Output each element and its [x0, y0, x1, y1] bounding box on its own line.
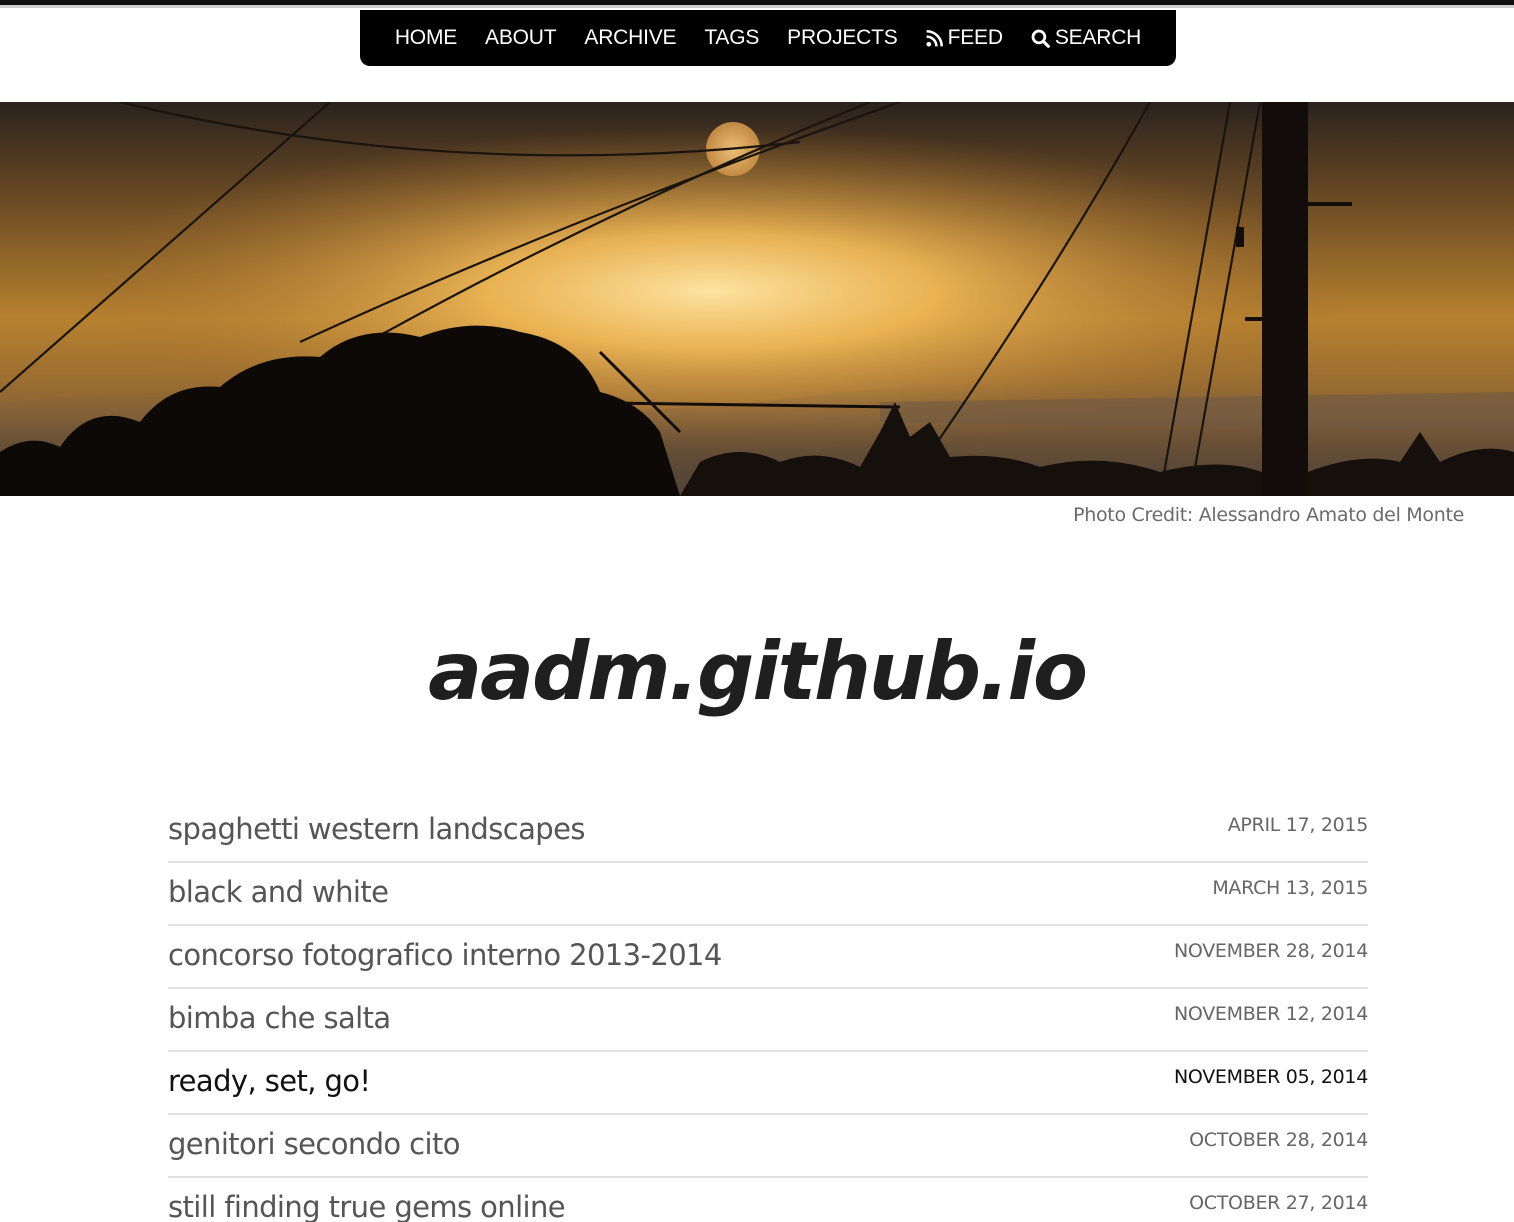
post-date: OCTOBER 28, 2014: [1189, 1129, 1368, 1151]
post-date: OCTOBER 27, 2014: [1189, 1192, 1368, 1214]
top-rule: [0, 0, 1514, 8]
post-row: black and white MARCH 13, 2015: [168, 863, 1368, 926]
nav-home[interactable]: HOME: [395, 26, 457, 50]
post-title-link[interactable]: spaghetti western landscapes: [168, 812, 585, 846]
nav-tags[interactable]: TAGS: [704, 26, 759, 50]
post-row: bimba che salta NOVEMBER 12, 2014: [168, 989, 1368, 1052]
nav-tags-label: TAGS: [704, 26, 760, 49]
post-date: NOVEMBER 05, 2014: [1173, 1066, 1368, 1088]
nav-home-label: HOME: [394, 26, 458, 49]
post-row: spaghetti western landscapes APRIL 17, 2…: [168, 800, 1368, 863]
photo-credit: Photo Credit: Alessandro Amato del Monte: [1073, 504, 1464, 526]
post-row: concorso fotografico interno 2013-2014 N…: [168, 926, 1368, 989]
nav-feed-label: FEED: [947, 26, 1003, 49]
post-date: NOVEMBER 28, 2014: [1173, 940, 1368, 962]
hero-sunset-photo: [0, 102, 1514, 496]
post-row: genitori secondo cito OCTOBER 28, 2014: [168, 1115, 1368, 1178]
nav-archive-label: ARCHIVE: [584, 26, 677, 49]
site-title[interactable]: aadm.github.io: [0, 612, 1514, 732]
search-icon: [1031, 29, 1050, 48]
hero-image: [0, 102, 1514, 496]
nav-projects-label: PROJECTS: [787, 26, 898, 49]
post-title-link[interactable]: still finding true gems online: [168, 1190, 566, 1222]
post-list: spaghetti western landscapes APRIL 17, 2…: [168, 800, 1368, 1222]
nav-projects[interactable]: PROJECTS: [787, 26, 898, 50]
nav-about[interactable]: ABOUT: [485, 26, 557, 50]
page: HOME ABOUT ARCHIVE TAGS PROJECTS FEED SE…: [0, 0, 1514, 1222]
post-row: still finding true gems online OCTOBER 2…: [168, 1178, 1368, 1222]
post-title-link[interactable]: ready, set, go!: [168, 1064, 371, 1098]
post-date: APRIL 17, 2015: [1227, 814, 1369, 836]
post-title-link[interactable]: black and white: [168, 875, 389, 909]
nav-feed[interactable]: FEED: [926, 26, 1003, 50]
rss-icon: [926, 29, 943, 47]
post-title-link[interactable]: genitori secondo cito: [168, 1127, 461, 1161]
post-title-link[interactable]: bimba che salta: [168, 1001, 391, 1035]
nav-search-label: SEARCH: [1054, 26, 1142, 49]
post-date: NOVEMBER 12, 2014: [1173, 1003, 1368, 1025]
post-title-link[interactable]: concorso fotografico interno 2013-2014: [168, 938, 722, 972]
nav-search[interactable]: SEARCH: [1031, 26, 1141, 50]
main-nav: HOME ABOUT ARCHIVE TAGS PROJECTS FEED SE…: [360, 10, 1176, 66]
post-row-hovered: ready, set, go! NOVEMBER 05, 2014: [168, 1052, 1368, 1115]
nav-archive[interactable]: ARCHIVE: [584, 26, 676, 50]
post-date: MARCH 13, 2015: [1212, 877, 1368, 899]
nav-about-label: ABOUT: [485, 26, 557, 49]
